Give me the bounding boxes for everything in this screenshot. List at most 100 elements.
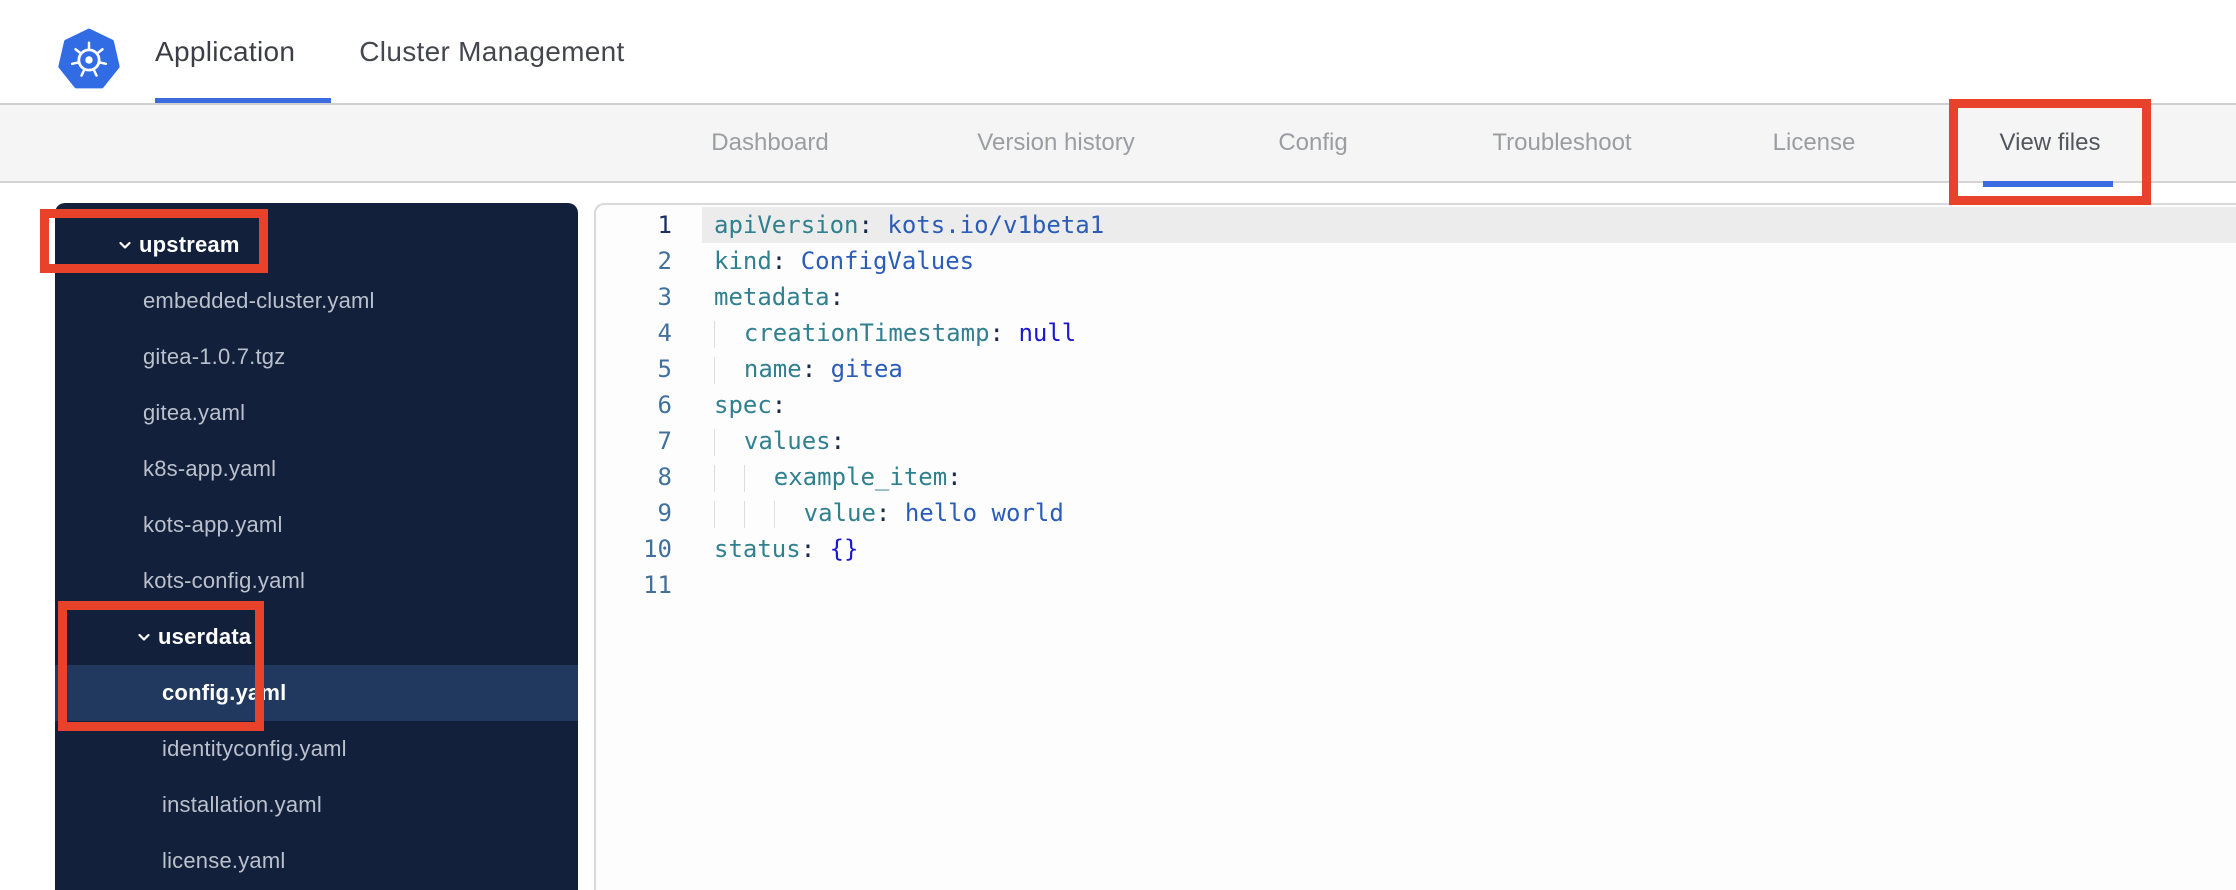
file-tree-label: k8s-app.yaml [143,456,277,481]
chevron-down-icon[interactable] [117,237,133,253]
code-content: creationTimestamp: null [672,315,2236,351]
tab-license[interactable]: License [1773,105,1856,181]
line-number: 4 [657,319,672,347]
yaml-code-editor[interactable]: 1 apiVersion: kots.io/v1beta1 2 kind: Co… [594,203,2236,890]
token-key: creationTimestamp [743,319,990,347]
token-punct: : [771,391,787,419]
file-embedded-cluster-yaml[interactable]: embedded-cluster.yaml [55,273,578,329]
file-tree-label: embedded-cluster.yaml [143,288,375,313]
file-installation-yaml[interactable]: installation.yaml [55,777,578,833]
indent-guide [714,428,744,456]
file-gitea-yaml[interactable]: gitea.yaml [55,385,578,441]
token-key: kind [714,247,772,275]
tab-view-files[interactable]: View files [2000,105,2101,181]
token-punct: : [801,355,831,383]
indent-guide [714,464,744,492]
code-content: status: {} [672,531,2236,567]
line-number: 10 [643,535,672,563]
code-text: creationTimestamp: null [714,319,1077,348]
token-punct: : [858,211,888,239]
indent-guide [743,500,774,528]
token-punct: : [830,427,846,455]
token-string: hello world [904,499,1064,527]
file-tree-label: kots-config.yaml [143,568,306,593]
tab-troubleshoot[interactable]: Troubleshoot [1492,105,1631,181]
indent-guide [743,464,774,492]
token-constant: {} [829,535,859,563]
file-tree-label: gitea-1.0.7.tgz [143,344,286,369]
token-string: gitea [830,355,903,383]
file-tree-sidebar: upstream embedded-cluster.yaml gitea-1.0… [55,203,578,890]
header-tab-cluster-management[interactable]: Cluster Management [359,0,624,103]
code-text: spec: [714,391,786,419]
token-string: ConfigValues [800,247,975,275]
code-text: example_item: [714,463,962,492]
file-gitea-1-0-7-tgz[interactable]: gitea-1.0.7.tgz [55,329,578,385]
code-text: kind: ConfigValues [714,247,974,275]
file-tree-label: installation.yaml [162,792,322,817]
file-tree-label: config.yaml [162,680,287,705]
code-content: name: gitea [672,351,2236,387]
file-license-yaml[interactable]: license.yaml [55,833,578,889]
app-subnav: Dashboard Version history Config Troublesho… [0,103,2236,183]
token-punct: : [947,463,962,491]
line-number: 2 [657,247,672,275]
token-punct: : [875,499,905,527]
indent-guide [714,320,744,348]
file-k8s-app-yaml[interactable]: k8s-app.yaml [55,441,578,497]
file-tree-label: gitea.yaml [143,400,246,425]
tab-version-history[interactable]: Version history [977,105,1134,181]
token-key: status [714,535,801,563]
code-content: values: [672,423,2236,459]
code-line: 11 [596,567,2236,603]
token-punct: : [771,247,801,275]
code-text: metadata: [714,283,844,311]
token-punct: : [800,535,830,563]
file-tree-label: kots-app.yaml [143,512,283,537]
token-punct: : [829,283,845,311]
line-number: 5 [657,355,672,383]
token-constant: null [1018,319,1077,347]
code-content [672,567,2236,603]
code-text: name: gitea [714,355,903,384]
line-number: 6 [657,391,672,419]
token-key: metadata [714,283,830,311]
code-text: apiVersion: kots.io/v1beta1 [714,211,1104,239]
code-line: 9 value: hello world [596,495,2236,531]
indent-guide [773,500,804,528]
token-key: spec [714,391,772,419]
token-key: apiVersion [714,211,859,239]
header-tab-label: Cluster Management [359,35,625,67]
header-tabs: Application Cluster Management [155,0,625,103]
file-identityconfig-yaml[interactable]: identityconfig.yaml [55,721,578,777]
code-text: value: hello world [714,499,1064,528]
folder-userdata[interactable]: userdata [55,609,578,665]
file-tree-label: upstream [139,232,240,257]
file-config-yaml[interactable]: config.yaml [55,665,578,721]
file-kots-app-yaml[interactable]: kots-app.yaml [55,497,578,553]
chevron-down-icon[interactable] [136,629,152,645]
line-number: 8 [657,463,672,491]
code-line: 4 creationTimestamp: null [596,315,2236,351]
code-line: 1 apiVersion: kots.io/v1beta1 [596,207,2236,243]
code-line: 2 kind: ConfigValues [596,243,2236,279]
token-key: value [803,499,876,527]
code-content: spec: [672,387,2236,423]
header-tab-application[interactable]: Application [155,0,332,103]
code-text: status: {} [714,535,859,563]
line-number: 7 [657,427,672,455]
code-line: 3 metadata: [596,279,2236,315]
token-key: example_item [773,463,948,491]
file-tree-label: userdata [158,624,252,649]
code-content: metadata: [672,279,2236,315]
tab-dashboard[interactable]: Dashboard [711,105,828,181]
file-kots-config-yaml[interactable]: kots-config.yaml [55,553,578,609]
tab-config[interactable]: Config [1278,105,1347,181]
header-tab-label: Application [155,35,296,67]
code-text: values: [714,427,846,456]
kubernetes-logo-icon[interactable] [58,28,120,92]
file-tree-label: identityconfig.yaml [162,736,347,761]
folder-upstream[interactable]: upstream [55,217,578,273]
token-string: kots.io/v1beta1 [887,211,1105,239]
line-number: 9 [657,499,672,527]
